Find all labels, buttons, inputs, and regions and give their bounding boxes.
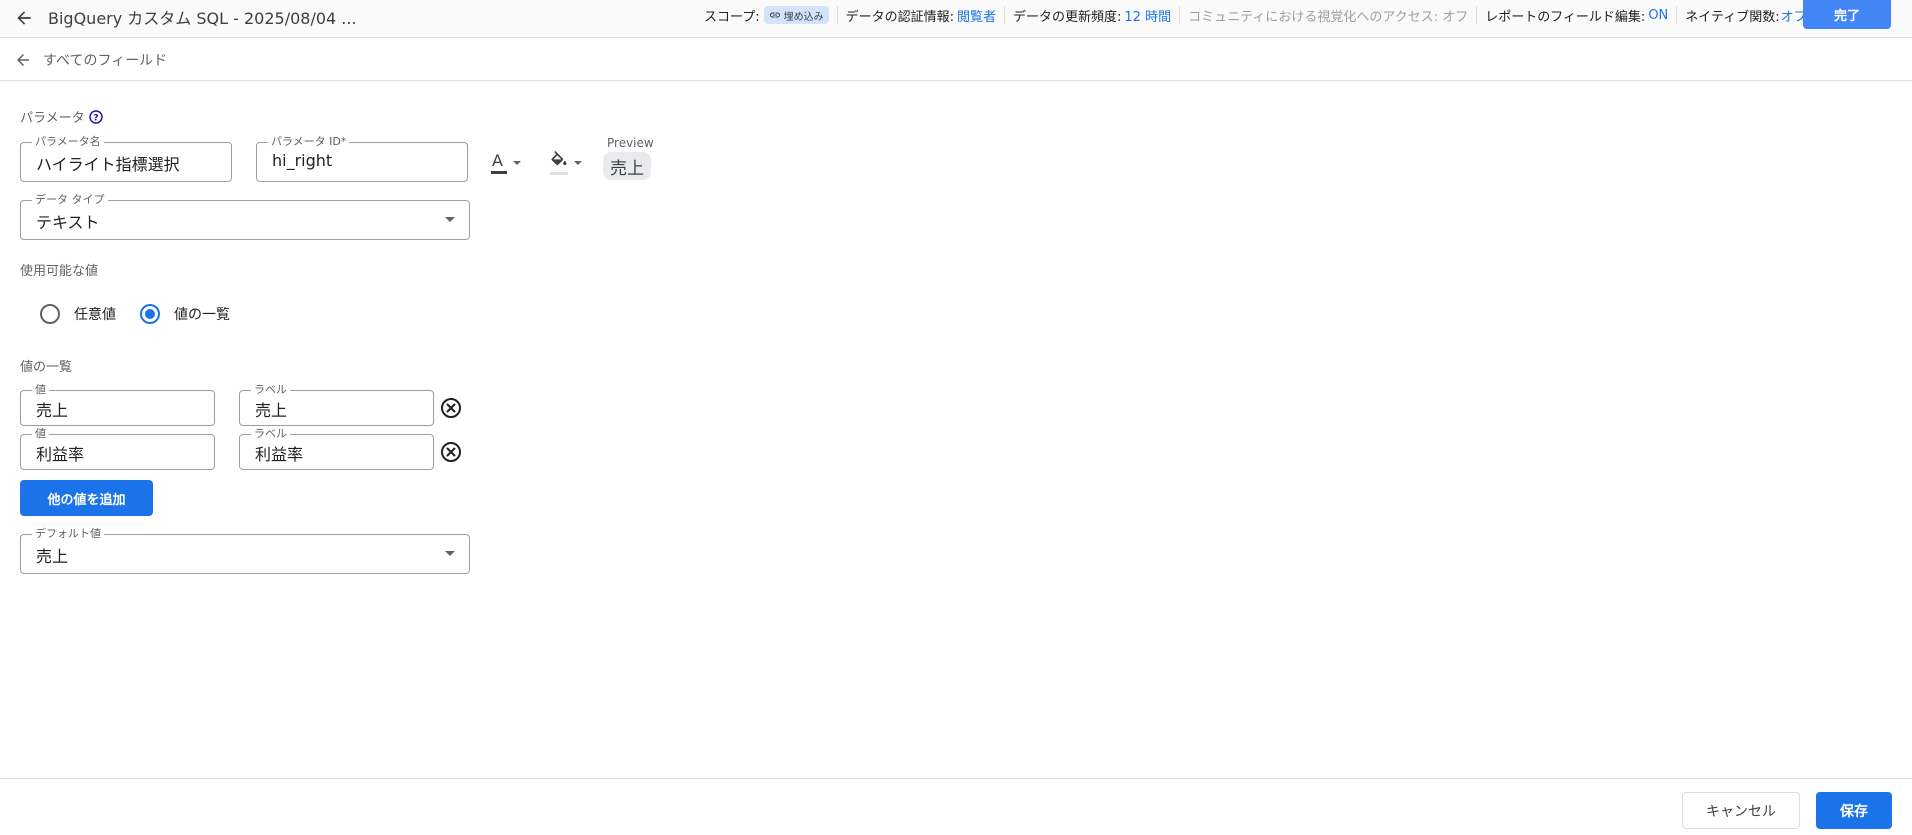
default-value-select[interactable]: デフォルト値 売上 <box>20 527 470 574</box>
freshness-label: データの更新頻度: <box>1013 9 1122 25</box>
remove-value-icon[interactable] <box>440 397 462 419</box>
value-list-title: 値の一覧 <box>20 360 73 375</box>
back-to-fields-icon[interactable] <box>11 48 35 72</box>
label-field-value[interactable]: 売上 <box>255 397 287 421</box>
parameter-id-value[interactable]: hi_right <box>272 151 332 170</box>
scope-label: スコープ: <box>704 9 760 25</box>
credentials-info[interactable]: データの認証情報: 閲覧者 <box>838 6 1006 25</box>
credentials-value[interactable]: 閲覧者 <box>957 6 996 25</box>
fill-color-chevron-icon <box>574 161 582 165</box>
sub-header: すべてのフィールド <box>0 39 1912 81</box>
label-field[interactable]: ラベル 売上 <box>239 383 434 426</box>
label-field-value[interactable]: 利益率 <box>255 441 303 465</box>
field-edit-value[interactable]: ON <box>1648 8 1668 23</box>
radio-any-value-label: 任意値 <box>74 307 116 323</box>
radio-value-list-label: 値の一覧 <box>174 307 230 323</box>
scope-chip[interactable]: 埋め込み <box>763 6 829 24</box>
radio-any-value[interactable]: 任意値 <box>40 304 116 324</box>
available-values-radio-group: 任意値 値の一覧 <box>40 304 254 324</box>
text-color-chevron-icon <box>513 161 521 165</box>
radio-checked-icon[interactable] <box>140 304 160 324</box>
value-field-label: 値 <box>32 427 49 440</box>
freshness-value[interactable]: 12 時間 <box>1124 6 1171 25</box>
svg-text:?: ? <box>93 114 98 124</box>
radio-unchecked-icon[interactable] <box>40 304 60 324</box>
done-button[interactable]: 完了 <box>1803 0 1891 29</box>
chevron-down-icon <box>445 551 455 556</box>
value-field-value[interactable]: 売上 <box>36 397 68 421</box>
field-edit-info[interactable]: レポートのフィールド編集: ON <box>1477 6 1678 25</box>
native-functions-info[interactable]: ネイティブ関数: オフ <box>1677 6 1814 25</box>
chevron-down-icon <box>445 217 455 222</box>
credentials-label: データの認証情報: <box>845 9 954 25</box>
help-icon[interactable]: ? <box>89 109 103 124</box>
parameter-name-field[interactable]: パラメータ名 ハイライト指標選択 <box>20 135 232 182</box>
cancel-button[interactable]: キャンセル <box>1682 792 1800 829</box>
save-button[interactable]: 保存 <box>1816 792 1892 829</box>
text-color-button[interactable]: A <box>490 152 521 174</box>
scope-chip-label: 埋め込み <box>783 11 824 23</box>
top-bar: BigQuery カスタム SQL - 2025/08/04 ... スコープ:… <box>0 0 1912 38</box>
preview-chip: 売上 <box>603 152 651 180</box>
data-type-value: テキスト <box>36 213 100 232</box>
value-field[interactable]: 値 利益率 <box>20 427 215 470</box>
default-value-label: デフォルト値 <box>32 527 104 540</box>
label-field-label: ラベル <box>251 383 290 396</box>
community-access-label: コミュニティにおける視覚化へのアクセス: オフ <box>1188 9 1469 25</box>
parameter-id-label: パラメータ ID* <box>268 135 350 148</box>
data-source-info: スコープ: 埋め込み データの認証情報: 閲覧者 データの更新頻度: 12 時間… <box>700 0 1815 30</box>
default-value-value: 売上 <box>36 547 69 566</box>
data-source-title: BigQuery カスタム SQL - 2025/08/04 ... <box>48 9 357 28</box>
remove-value-icon[interactable] <box>440 441 462 463</box>
community-access-info: コミュニティにおける視覚化へのアクセス: オフ <box>1180 6 1478 25</box>
parameter-name-value[interactable]: ハイライト指標選択 <box>36 151 180 175</box>
fill-color-button[interactable] <box>549 151 582 175</box>
fill-color-icon <box>549 151 569 175</box>
label-field-label: ラベル <box>251 427 290 440</box>
freshness-info[interactable]: データの更新頻度: 12 時間 <box>1005 6 1181 25</box>
value-field-value[interactable]: 利益率 <box>36 441 84 465</box>
label-field[interactable]: ラベル 利益率 <box>239 427 434 470</box>
data-type-label: データ タイプ <box>32 193 108 206</box>
parameter-section-title: パラメータ <box>20 111 85 126</box>
back-arrow-icon[interactable] <box>10 4 38 32</box>
radio-value-list[interactable]: 値の一覧 <box>140 304 230 324</box>
field-edit-label: レポートのフィールド編集: <box>1485 9 1646 25</box>
all-fields-link[interactable]: すべてのフィールド <box>43 50 167 70</box>
value-field-label: 値 <box>32 383 49 396</box>
value-field[interactable]: 値 売上 <box>20 383 215 426</box>
link-icon <box>769 12 780 18</box>
text-color-icon: A <box>490 152 508 174</box>
data-type-select[interactable]: データ タイプ テキスト <box>20 193 470 240</box>
native-functions-label: ネイティブ関数: <box>1685 9 1780 25</box>
parameter-name-label: パラメータ名 <box>32 135 104 148</box>
preview-label: Preview <box>607 136 654 150</box>
parameter-id-field[interactable]: パラメータ ID* hi_right <box>256 135 468 182</box>
add-value-button[interactable]: 他の値を追加 <box>20 480 153 516</box>
footer-bar: キャンセル 保存 <box>0 778 1912 835</box>
scope-info: スコープ: 埋め込み <box>700 6 838 25</box>
available-values-title: 使用可能な値 <box>20 264 99 279</box>
